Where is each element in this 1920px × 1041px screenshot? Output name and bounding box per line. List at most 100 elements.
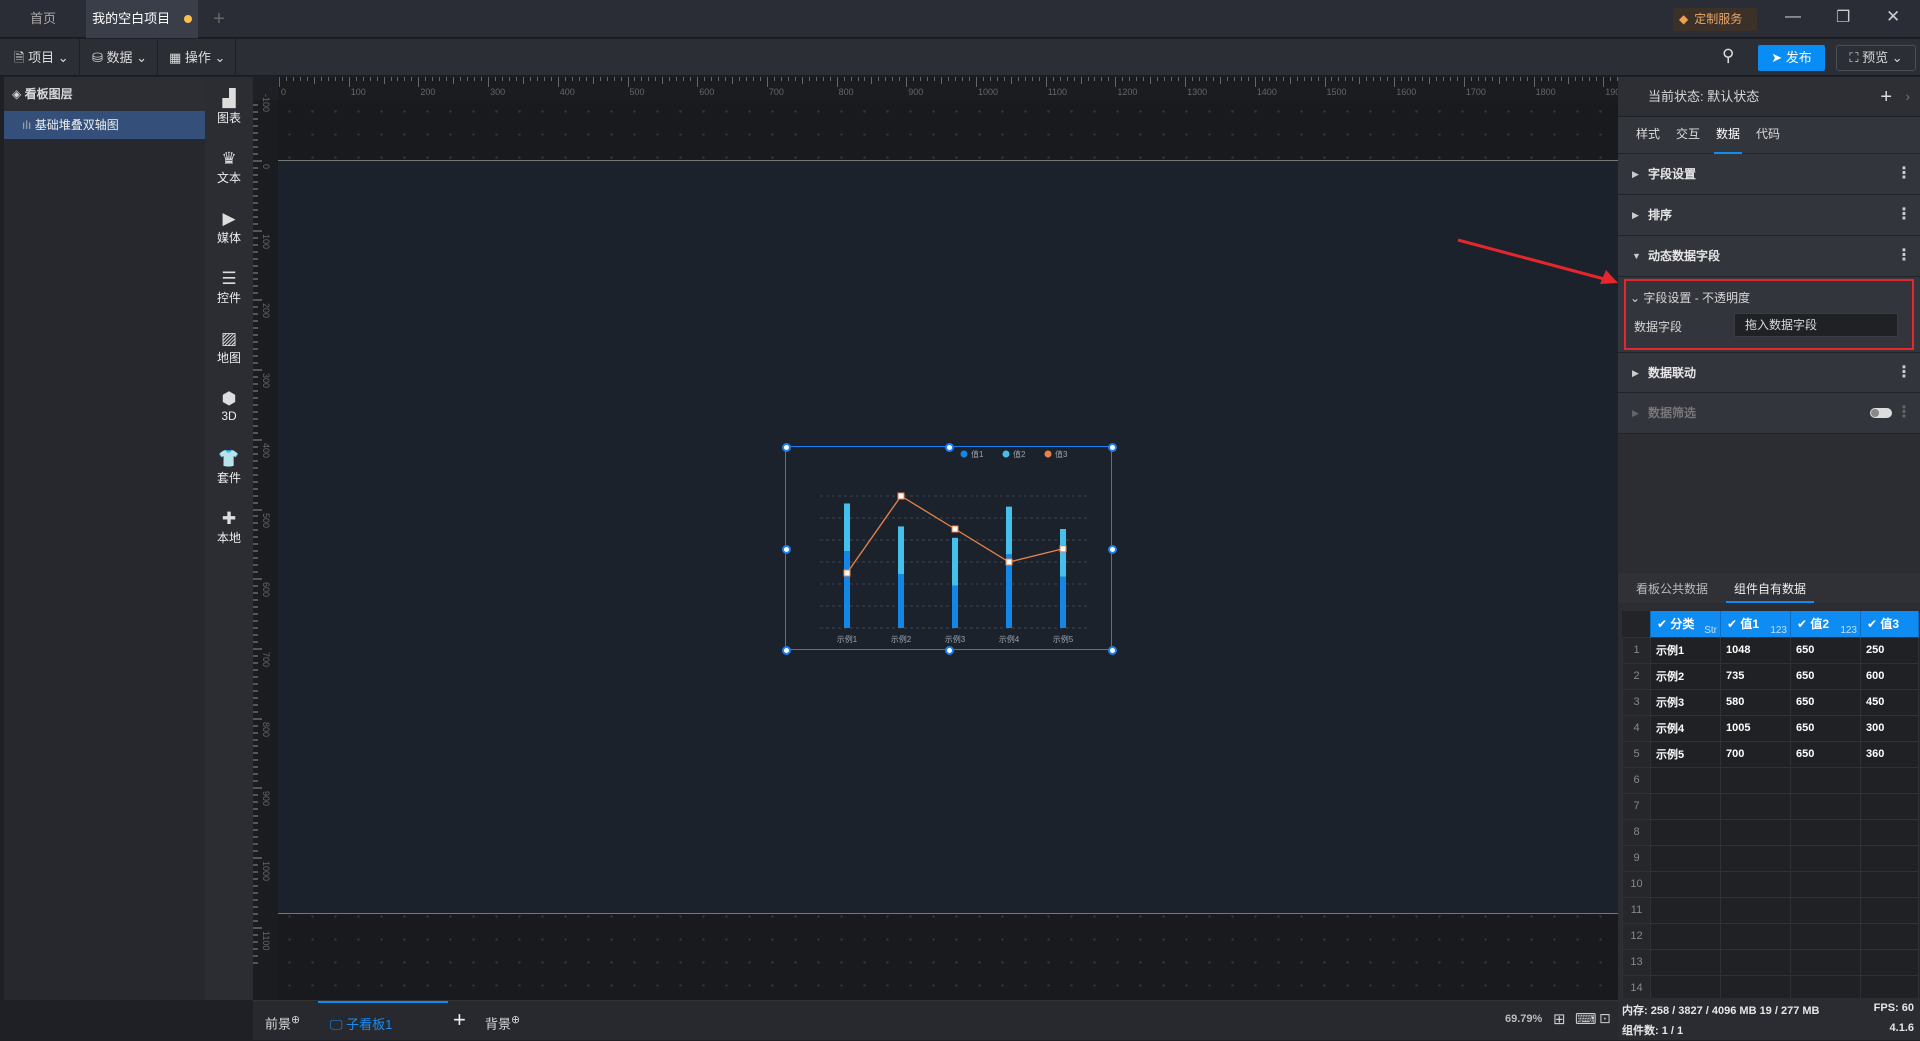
table-cell[interactable]: 450	[1860, 688, 1919, 716]
table-cell[interactable]	[1860, 922, 1919, 950]
resize-handle-ne[interactable]	[1107, 442, 1117, 452]
component-map[interactable]: ▨ 地图	[205, 329, 253, 366]
table-cell[interactable]	[1650, 766, 1721, 794]
data-table[interactable]: ✔ 分类 Str ✔ 值1 123 ✔ 值2 123 ✔ 值3 1 示例1 1048 650 250 2…	[1622, 611, 1919, 1000]
more-icon[interactable]: ⋮	[1896, 393, 1912, 433]
add-circle-icon[interactable]: ⊕	[511, 1014, 520, 1026]
table-cell[interactable]: 735	[1720, 662, 1791, 690]
table-cell[interactable]: 650	[1790, 688, 1861, 716]
chevron-right-icon[interactable]: ›	[1906, 77, 1910, 117]
filter-toggle[interactable]	[1870, 408, 1892, 418]
tab-code[interactable]: 代码	[1754, 117, 1782, 154]
column-header[interactable]: ✔ 值2 123	[1790, 611, 1861, 637]
resize-handle-e[interactable]	[1107, 544, 1117, 554]
table-cell[interactable]	[1860, 974, 1919, 1000]
table-cell[interactable]	[1860, 766, 1919, 794]
table-cell[interactable]: 650	[1790, 740, 1861, 768]
table-cell[interactable]: 示例3	[1650, 688, 1721, 716]
table-cell[interactable]	[1790, 948, 1861, 976]
table-cell[interactable]	[1860, 818, 1919, 846]
table-cell[interactable]: 1048	[1720, 636, 1791, 664]
data-field-dropzone[interactable]: 拖入数据字段	[1734, 313, 1898, 337]
close-button[interactable]: ✕	[1886, 7, 1900, 27]
add-tab-button[interactable]: +	[200, 0, 238, 38]
table-cell[interactable]	[1790, 896, 1861, 924]
background-tab[interactable]: 背景⊕	[485, 1013, 520, 1032]
state-value[interactable]: 默认状态	[1707, 89, 1759, 104]
tab-own-data[interactable]: 组件自有数据	[1726, 573, 1815, 603]
table-cell[interactable]: 700	[1720, 740, 1791, 768]
component-cube[interactable]: ⬢ 3D	[205, 389, 253, 423]
component-media[interactable]: ▶ 媒体	[205, 209, 253, 246]
resize-handle-se[interactable]	[1107, 645, 1117, 655]
zoom-level[interactable]: 69.79%	[1505, 1013, 1542, 1025]
component-bar-chart[interactable]: ▟ 图表	[205, 89, 253, 126]
foreground-tab[interactable]: 前景⊕	[265, 1013, 300, 1032]
table-cell[interactable]	[1860, 844, 1919, 872]
table-cell[interactable]: 360	[1860, 740, 1919, 768]
table-cell[interactable]	[1720, 818, 1791, 846]
table-cell[interactable]	[1790, 818, 1861, 846]
table-cell[interactable]: 650	[1790, 636, 1861, 664]
table-cell[interactable]	[1720, 922, 1791, 950]
resize-handle-sw[interactable]	[781, 645, 791, 655]
table-cell[interactable]	[1860, 948, 1919, 976]
search-icon[interactable]: ⚲	[1722, 46, 1734, 66]
section-data-linkage[interactable]: ▶ 数据联动 ⋮	[1618, 352, 1920, 393]
data-menu[interactable]: ⛁ 数据 ⌄	[82, 39, 159, 76]
section-dynamic-fields[interactable]: ▼ 动态数据字段 ⋮	[1618, 236, 1920, 277]
table-cell[interactable]	[1720, 948, 1791, 976]
subboard-tab[interactable]: 🖵 子看板1	[318, 1001, 448, 1041]
resize-handle-w[interactable]	[781, 544, 791, 554]
more-icon[interactable]: ⋮	[1896, 236, 1912, 276]
resize-handle-n[interactable]	[944, 442, 954, 452]
table-cell[interactable]: 示例1	[1650, 636, 1721, 664]
column-header[interactable]: ✔ 分类 Str	[1650, 611, 1721, 637]
table-cell[interactable]: 580	[1720, 688, 1791, 716]
table-cell[interactable]	[1650, 844, 1721, 872]
table-cell[interactable]	[1720, 844, 1791, 872]
tab-interaction[interactable]: 交互	[1674, 117, 1702, 154]
table-cell[interactable]: 示例2	[1650, 662, 1721, 690]
table-cell[interactable]: 1005	[1720, 714, 1791, 742]
resize-handle-s[interactable]	[944, 645, 954, 655]
table-cell[interactable]	[1650, 818, 1721, 846]
keyboard-icon[interactable]: ⌨	[1575, 1010, 1597, 1028]
canvas[interactable]: 示例1 示例2 示例3 示例4 示例5 值1 值2 值3	[278, 100, 1618, 1000]
restore-button[interactable]: ❐	[1836, 7, 1850, 27]
table-cell[interactable]: 250	[1860, 636, 1919, 664]
add-state-button[interactable]: +	[1880, 77, 1892, 117]
table-cell[interactable]	[1650, 948, 1721, 976]
table-cell[interactable]: 300	[1860, 714, 1919, 742]
table-cell[interactable]: 600	[1860, 662, 1919, 690]
column-header[interactable]: ✔ 值1 123	[1720, 611, 1791, 637]
section-data-filter[interactable]: ▶ 数据筛选 ⋮	[1618, 393, 1920, 434]
publish-button[interactable]: ➤ 发布	[1758, 45, 1825, 71]
table-cell[interactable]	[1720, 896, 1791, 924]
table-cell[interactable]	[1790, 974, 1861, 1000]
table-cell[interactable]	[1650, 792, 1721, 820]
tab-public-data[interactable]: 看板公共数据	[1636, 580, 1708, 597]
table-cell[interactable]	[1720, 766, 1791, 794]
table-cell[interactable]	[1650, 870, 1721, 898]
table-cell[interactable]	[1790, 870, 1861, 898]
tab-style[interactable]: 样式	[1634, 117, 1662, 154]
table-cell[interactable]: 650	[1790, 714, 1861, 742]
add-subboard-button[interactable]: +	[453, 1007, 466, 1033]
chart-widget[interactable]: 示例1 示例2 示例3 示例4 示例5 值1 值2 值3	[781, 442, 1117, 655]
more-icon[interactable]: ⋮	[1896, 195, 1912, 235]
operate-menu[interactable]: ▦ 操作 ⌄	[159, 39, 237, 76]
table-cell[interactable]	[1790, 922, 1861, 950]
project-menu[interactable]: 🗎 项目 ⌄	[4, 39, 80, 76]
add-circle-icon[interactable]: ⊕	[291, 1014, 300, 1026]
more-icon[interactable]: ⋮	[1896, 353, 1912, 393]
table-cell[interactable]	[1720, 974, 1791, 1000]
table-cell[interactable]	[1860, 792, 1919, 820]
fit-screen-icon[interactable]: ⊞	[1553, 1010, 1566, 1028]
table-cell[interactable]	[1650, 922, 1721, 950]
table-cell[interactable]	[1720, 870, 1791, 898]
table-cell[interactable]: 650	[1790, 662, 1861, 690]
table-cell[interactable]: 示例4	[1650, 714, 1721, 742]
more-icon[interactable]: ⋮	[1896, 154, 1912, 194]
tab-data[interactable]: 数据	[1714, 117, 1743, 154]
